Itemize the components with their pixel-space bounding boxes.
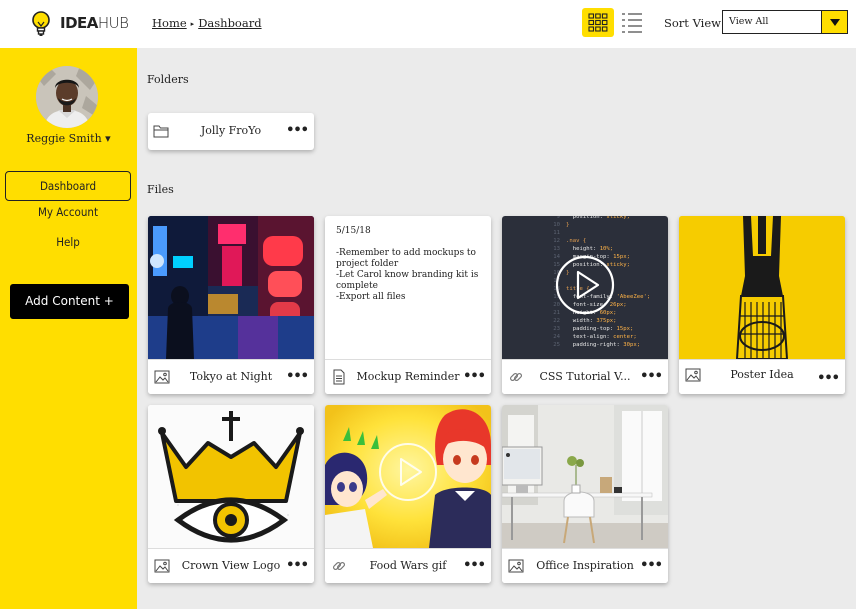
nav-help[interactable]: Help <box>5 228 131 258</box>
play-icon[interactable] <box>378 442 438 502</box>
file-card-css-tutorial[interactable]: 9 position: sticky; 10} 11 12 .nav {13 heigh… <box>502 216 668 394</box>
file-name: Crown View Logo <box>181 559 281 572</box>
breadcrumb-home-link[interactable]: Home <box>152 16 187 30</box>
note-preview: 5/15/18 -Remember to add mockups to proj… <box>325 216 491 359</box>
image-icon <box>154 559 170 573</box>
code-line: 23 padding-top: 15px; <box>502 325 668 333</box>
sort-view-select[interactable]: View All <box>722 10 848 34</box>
code-line-text: height: 10%; <box>566 246 614 252</box>
file-caption: Crown View Logo ••• <box>148 548 314 583</box>
link-icon <box>509 372 523 382</box>
file-card-poster-idea[interactable]: Poster Idea ••• <box>679 216 845 394</box>
top-bar: IDEAHUB Home ▸ Dashboard Sort View: View A… <box>0 0 856 48</box>
file-caption: Tokyo at Night ••• <box>148 359 314 394</box>
file-caption: Office Inspiration ••• <box>502 548 668 583</box>
code-line-text: width: 375px; <box>566 318 617 324</box>
nav-my-account[interactable]: My Account <box>5 198 131 228</box>
image-icon <box>508 559 524 573</box>
code-line-text: position: sticky; <box>566 216 630 220</box>
code-line-number: 13 <box>553 246 560 252</box>
breadcrumb: Home ▸ Dashboard <box>152 16 262 30</box>
lightbulb-logo-icon <box>32 11 50 36</box>
add-content-button[interactable]: Add Content + <box>10 284 129 319</box>
note-line: -Export all files <box>336 292 406 302</box>
folders-heading: Folders <box>147 73 189 86</box>
code-line-text: .nav { <box>566 238 587 244</box>
code-line: 22 width: 375px; <box>502 317 668 325</box>
crown-logo-thumbnail <box>148 405 314 548</box>
code-line-text: text-align: center; <box>566 334 637 340</box>
code-line: 11 <box>502 229 668 237</box>
file-caption: Mockup Reminder ••• <box>325 359 491 394</box>
code-line-number: 10 <box>553 222 560 228</box>
code-line: 12 .nav { <box>502 237 668 245</box>
file-caption: Poster Idea ••• <box>679 359 845 394</box>
file-name: Office Inspiration <box>536 559 634 572</box>
code-line: 13 height: 10%; <box>502 245 668 253</box>
file-name: Mockup Reminder <box>356 370 460 383</box>
file-card-mockup-reminder[interactable]: 5/15/18 -Remember to add mockups to proj… <box>325 216 491 394</box>
list-view-icon[interactable] <box>620 10 644 36</box>
nav-dashboard[interactable]: Dashboard <box>5 171 131 201</box>
code-line-number: 23 <box>553 326 560 332</box>
code-line-number: 11 <box>553 230 560 236</box>
dropdown-arrow-icon[interactable] <box>821 11 847 33</box>
document-icon <box>333 369 345 385</box>
file-card-crown-view-logo[interactable]: Crown View Logo ••• <box>148 405 314 583</box>
code-line-text: } <box>566 222 570 228</box>
more-options-icon[interactable]: ••• <box>640 369 663 384</box>
note-date: 5/15/18 <box>336 226 371 236</box>
image-icon <box>685 368 701 382</box>
play-icon[interactable] <box>555 255 615 315</box>
code-line-text: padding-top: 15px; <box>566 326 634 332</box>
code-line-number: 22 <box>553 318 560 324</box>
code-line-number: 25 <box>553 342 560 348</box>
more-options-icon[interactable]: ••• <box>463 558 486 573</box>
sort-view-label: Sort View: <box>664 16 725 30</box>
code-line: 25 padding-right: 30px; <box>502 341 668 349</box>
file-caption: Food Wars gif ••• <box>325 548 491 583</box>
note-line: -Let Carol know branding kit is complete <box>336 270 479 291</box>
breadcrumb-dashboard-link[interactable]: Dashboard <box>198 16 261 30</box>
file-caption: CSS Tutorial V... ••• <box>502 359 668 394</box>
file-name: Tokyo at Night <box>189 370 273 383</box>
poster-thumbnail <box>679 216 845 359</box>
more-options-icon[interactable]: ••• <box>286 369 309 384</box>
file-name: CSS Tutorial V... <box>539 370 631 383</box>
more-options-icon[interactable]: ••• <box>286 558 309 573</box>
file-name: Poster Idea <box>730 368 794 381</box>
more-options-icon[interactable]: ••• <box>640 558 663 573</box>
sort-view-value: View All <box>729 16 769 27</box>
more-options-icon[interactable]: ••• <box>463 369 486 384</box>
code-line-number: 24 <box>553 334 560 340</box>
code-video-thumbnail: 9 position: sticky; 10} 11 12 .nav {13 heigh… <box>502 216 668 359</box>
more-options-icon[interactable]: ••• <box>817 371 840 386</box>
files-heading: Files <box>147 183 174 196</box>
file-card-food-wars-gif[interactable]: Food Wars gif ••• <box>325 405 491 583</box>
link-icon <box>332 561 346 571</box>
sidebar: Reggie Smith ▾ Dashboard My Account Help… <box>0 48 137 609</box>
avatar[interactable] <box>36 66 98 128</box>
code-line: 24 text-align: center; <box>502 333 668 341</box>
more-options-icon[interactable]: ••• <box>286 123 309 138</box>
code-line: 10} <box>502 221 668 229</box>
office-thumbnail <box>502 405 668 548</box>
file-card-tokyo-at-night[interactable]: Tokyo at Night ••• <box>148 216 314 394</box>
file-card-office-inspiration[interactable]: Office Inspiration ••• <box>502 405 668 583</box>
tokyo-night-thumbnail <box>148 216 314 359</box>
anime-gif-thumbnail <box>325 405 491 548</box>
grid-icon <box>588 13 608 32</box>
code-line-number: 12 <box>553 238 560 244</box>
note-line: -Remember to add mockups to project fold… <box>336 248 476 269</box>
file-name: Food Wars gif <box>369 559 447 572</box>
grid-view-button[interactable] <box>582 8 614 37</box>
user-menu[interactable]: Reggie Smith ▾ <box>0 132 137 145</box>
breadcrumb-separator-icon: ▸ <box>190 20 195 28</box>
folder-card[interactable]: Jolly FroYo ••• <box>148 113 314 150</box>
image-icon <box>154 370 170 384</box>
user-name: Reggie Smith <box>26 132 102 145</box>
brand-name[interactable]: IDEAHUB <box>60 14 129 32</box>
caret-down-icon: ▾ <box>105 132 111 145</box>
code-line-text: padding-right: 30px; <box>566 342 641 348</box>
